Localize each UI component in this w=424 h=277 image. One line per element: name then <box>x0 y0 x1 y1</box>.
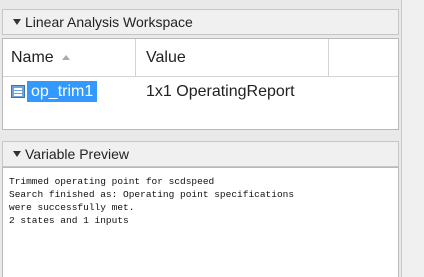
operating-report-icon <box>11 85 25 98</box>
preview-line: were successfully met. <box>9 202 135 213</box>
preview-section-header[interactable]: Variable Preview <box>2 141 399 167</box>
variable-value-cell: 1x1 OperatingReport <box>146 82 295 100</box>
column-header-empty <box>329 39 398 76</box>
collapse-triangle-icon[interactable] <box>13 151 21 157</box>
column-header-name-label: Name <box>11 48 54 66</box>
preview-line: 2 states and 1 inputs <box>9 215 129 226</box>
table-header-row: Name Value <box>3 39 398 77</box>
preview-title: Variable Preview <box>25 146 130 162</box>
right-pane-edge <box>401 0 424 277</box>
column-header-name[interactable]: Name <box>3 39 136 76</box>
preview-line: Trimmed operating point for scdspeed <box>9 176 215 187</box>
workspace-title: Linear Analysis Workspace <box>25 14 193 30</box>
preview-line: Search finished as: Operating point spec… <box>9 189 295 200</box>
workspace-table: Name Value op_trim1 1x1 OperatingReport <box>2 38 399 130</box>
variable-name-selected[interactable]: op_trim1 <box>27 81 98 102</box>
table-row[interactable]: op_trim1 1x1 OperatingReport <box>3 79 398 103</box>
column-header-value-label: Value <box>146 48 186 66</box>
sort-ascending-icon <box>61 55 70 60</box>
workspace-section-header[interactable]: Linear Analysis Workspace <box>2 9 399 35</box>
column-header-value[interactable]: Value <box>136 39 329 76</box>
variable-preview-text: Trimmed operating point for scdspeed Sear… <box>2 167 399 277</box>
linear-analysis-panel: Linear Analysis Workspace Name Value op_… <box>0 0 401 277</box>
variable-name-cell[interactable]: op_trim1 <box>11 81 98 102</box>
collapse-triangle-icon[interactable] <box>13 19 21 25</box>
